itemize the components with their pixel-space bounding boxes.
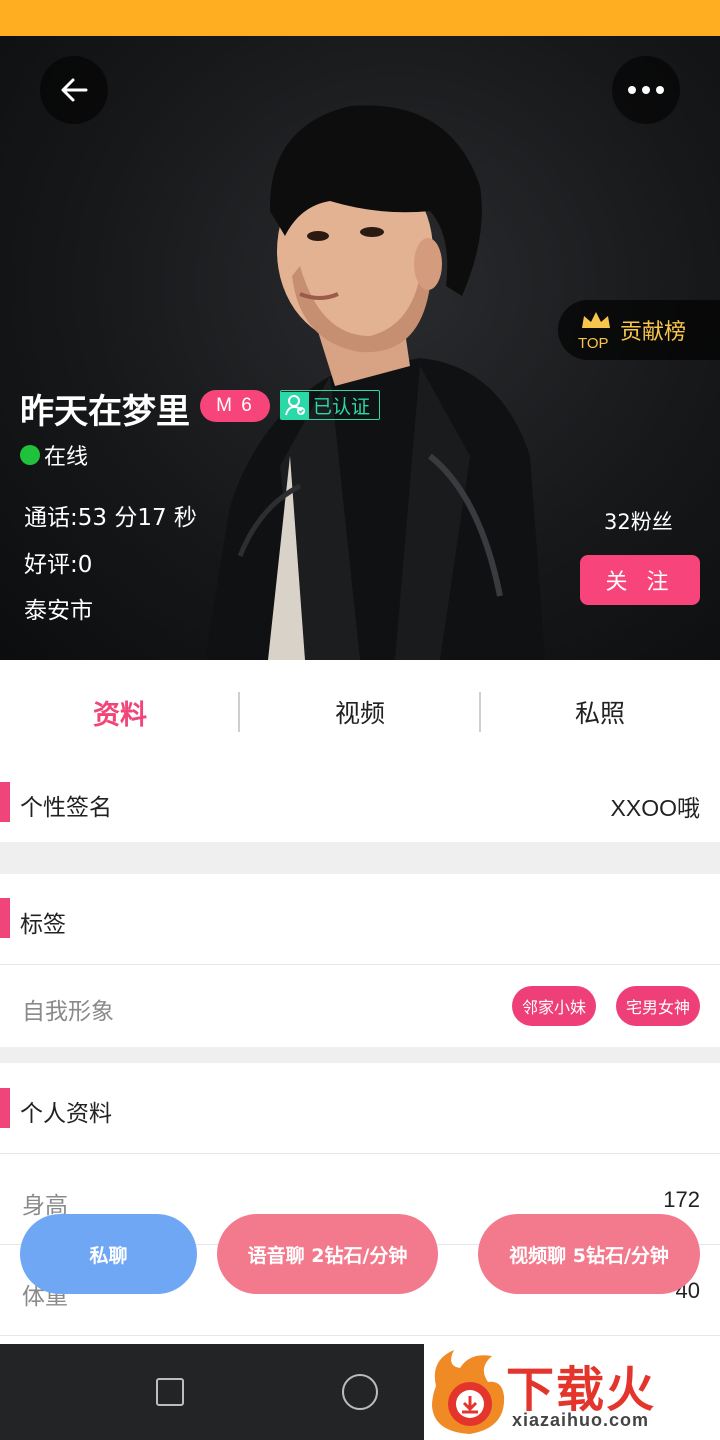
online-dot-icon — [20, 445, 40, 465]
city: 泰安市 — [24, 598, 93, 624]
more-button[interactable] — [612, 56, 680, 124]
section-gap — [0, 842, 720, 874]
signature-value: XXOO哦 — [610, 795, 700, 821]
signature-title: 个性签名 — [20, 795, 112, 821]
tag-chip: 邻家小妹 — [512, 986, 596, 1026]
level-badge: M 6 — [200, 390, 270, 422]
self-image-label: 自我形象 — [22, 999, 114, 1025]
divider — [0, 1335, 720, 1336]
height-value: 172 — [663, 1187, 700, 1212]
profile-tabs: 资料 视频 私照 — [0, 662, 720, 762]
section-accent — [0, 898, 10, 938]
signature-section: 个性签名 XXOO哦 — [0, 762, 720, 842]
tags-section-header: 标签 — [0, 874, 720, 964]
self-image-row: 自我形象 邻家小妹 宅男女神 — [0, 965, 720, 1047]
tags-title: 标签 — [20, 912, 66, 938]
online-status-label: 在线 — [44, 445, 89, 470]
video-chat-button[interactable]: 视频聊 5钻石/分钟 — [478, 1214, 700, 1294]
profile-name: 昨天在梦里 — [20, 392, 190, 432]
verified-badge: 已认证 — [280, 390, 380, 420]
section-accent — [0, 782, 10, 822]
rank-label: 贡献榜 — [620, 320, 687, 345]
online-status: 在线 — [20, 439, 88, 471]
personal-title: 个人资料 — [20, 1101, 112, 1127]
watermark-url: xiazaihuo.com — [512, 1410, 650, 1430]
crown-icon — [582, 312, 610, 328]
personal-section-header: 个人资料 — [0, 1063, 720, 1153]
section-gap — [0, 1047, 720, 1063]
tab-profile-info[interactable]: 资料 — [0, 662, 240, 762]
rank-top-label: TOP — [578, 335, 609, 352]
tab-videos[interactable]: 视频 — [240, 662, 480, 762]
voice-chat-button[interactable]: 语音聊 2钻石/分钟 — [217, 1214, 438, 1294]
arrow-left-icon — [61, 78, 88, 102]
flame-logo-icon — [432, 1350, 505, 1434]
profile-cover: TOP 贡献榜 昨天在梦里 M 6 已认证 在线 通话:53 分17 秒 好评:… — [0, 36, 720, 660]
section-accent — [0, 1088, 10, 1128]
tab-private-photos[interactable]: 私照 — [480, 662, 720, 762]
verified-label: 已认证 — [313, 395, 371, 418]
fans-count: 32粉丝 — [604, 510, 673, 534]
more-horizontal-icon — [628, 86, 664, 94]
tag-chip: 宅男女神 — [616, 986, 700, 1026]
back-button[interactable] — [40, 56, 108, 124]
verified-user-icon — [285, 395, 305, 416]
home-icon[interactable] — [342, 1374, 378, 1410]
follow-button[interactable]: 关 注 — [580, 555, 700, 605]
status-bar — [0, 0, 720, 36]
rating: 好评:0 — [24, 552, 93, 578]
call-duration: 通话:53 分17 秒 — [24, 505, 197, 531]
private-chat-button[interactable]: 私聊 — [20, 1214, 197, 1294]
contribution-rank-button[interactable]: TOP 贡献榜 — [558, 300, 720, 360]
watermark-logo: 下载火 xiazaihuo.com — [424, 1344, 720, 1440]
recent-apps-icon[interactable] — [156, 1378, 184, 1406]
